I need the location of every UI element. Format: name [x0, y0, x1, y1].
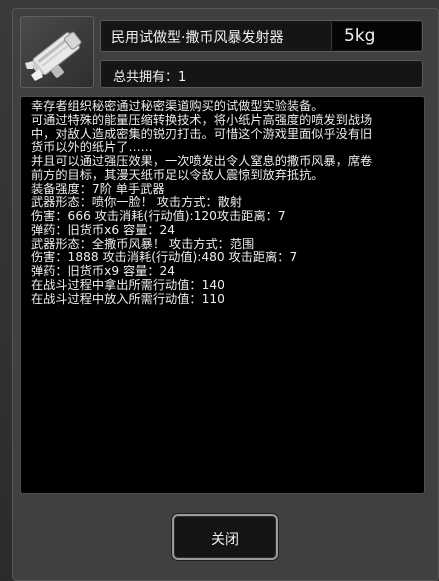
owned-count: 总共拥有：1: [113, 70, 187, 85]
description-line: 弹药：旧货币x6 容量：24: [31, 222, 176, 237]
description-line: 武器形态：喷你一脸！ 攻击方式：散射: [31, 195, 243, 210]
item-weight: 5kg: [344, 26, 376, 46]
close-button-label: 关闭: [211, 532, 239, 548]
item-name: 民用试做型·撒币风暴发射器: [111, 30, 284, 46]
description-line: 伤害：666 攻击消耗(行动值):120攻击距离：7: [31, 209, 286, 223]
description-line: 前方的目标，其漫天纸币足以令敌人震惊到放弃抵抗。: [31, 167, 324, 182]
description-line: 伤害：1888 攻击消耗(行动值):480 攻击距离：7: [31, 250, 298, 265]
owned-count-bar: 总共拥有：1: [100, 60, 423, 88]
item-name-bar: 民用试做型·撒币风暴发射器 5kg: [100, 20, 423, 52]
description-line: 弹药：旧货币x9 容量：24: [31, 264, 176, 278]
description-line: 可通过特殊的能量压缩转换技术，将小纸片高强度的喷发到战场: [31, 112, 373, 127]
description-line: 货币以外的纸片了……: [31, 140, 153, 155]
close-button[interactable]: 关闭: [172, 514, 278, 560]
weight-box: 5kg: [331, 22, 421, 50]
screen: 民用试做型·撒币风暴发射器 5kg 总共拥有：1 幸存者组织秘密通过秘密渠道购买…: [0, 0, 439, 581]
item-icon-frame: [20, 16, 94, 88]
description-line: 幸存者组织秘密通过秘密渠道购买的试做型实验装备。: [31, 99, 324, 113]
description-line: 在战斗过程中放入所需行动值：110: [31, 291, 225, 306]
banknote-launcher-icon: [25, 31, 82, 81]
item-description[interactable]: 幸存者组织秘密通过秘密渠道购买的试做型实验装备。 可通过特殊的能量压缩转换技术，…: [20, 96, 425, 494]
description-line: 并且可以通过强压效果，一次喷发出令人窒息的撒币风暴，席卷: [31, 154, 373, 168]
description-line: 在战斗过程中拿出所需行动值：140: [31, 277, 225, 292]
